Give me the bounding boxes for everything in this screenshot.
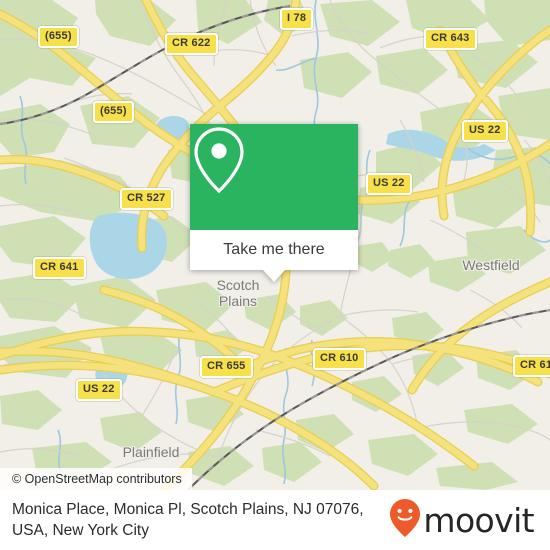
moovit-wordmark: moovit: [423, 500, 534, 540]
place-label-westfield: Westfield: [462, 257, 520, 273]
route-shield-cr-610[interactable]: CR 610: [313, 348, 366, 370]
take-me-there-label: Take me there: [223, 241, 325, 258]
map-screenshot-page: (655) CR 622 I 78 CR 643 (655) US 22 CR …: [0, 0, 550, 550]
route-shield-655-left[interactable]: (655): [93, 101, 134, 123]
popup-action-bar[interactable]: Take me there: [190, 230, 358, 270]
route-shield-us-22-bottom-left[interactable]: US 22: [76, 379, 122, 401]
place-label-plainfield: Plainfield: [122, 444, 180, 460]
map-canvas[interactable]: (655) CR 622 I 78 CR 643 (655) US 22 CR …: [0, 0, 550, 490]
route-shield-cr-643[interactable]: CR 643: [424, 28, 477, 50]
route-shield-i-78[interactable]: I 78: [280, 8, 314, 30]
popup-pointer: [263, 270, 285, 282]
footer-bar: Monica Place, Monica Pl, Scotch Plains, …: [0, 490, 550, 550]
popup-header: [190, 124, 358, 230]
route-shield-cr-622[interactable]: CR 622: [165, 33, 218, 55]
place-label-line2: Plains: [218, 293, 258, 309]
route-shield-cr-641[interactable]: CR 641: [33, 257, 86, 279]
route-shield-us-22-mid[interactable]: US 22: [366, 173, 412, 195]
location-title: Monica Place, Monica Pl, Scotch Plains, …: [12, 501, 364, 539]
location-popup-card[interactable]: Take me there: [190, 124, 358, 282]
route-shield-us-22-right[interactable]: US 22: [462, 120, 508, 142]
moovit-pin-icon: [389, 498, 421, 543]
route-shield-cr-61[interactable]: CR 61: [513, 355, 550, 377]
moovit-logo[interactable]: moovit: [389, 498, 535, 543]
route-shield-cr-655-bottom[interactable]: CR 655: [200, 356, 253, 378]
osm-attribution[interactable]: © OpenStreetMap contributors: [0, 468, 192, 490]
route-shield-cr-527[interactable]: CR 527: [120, 188, 173, 210]
route-shield-655-top[interactable]: (655): [38, 26, 79, 48]
